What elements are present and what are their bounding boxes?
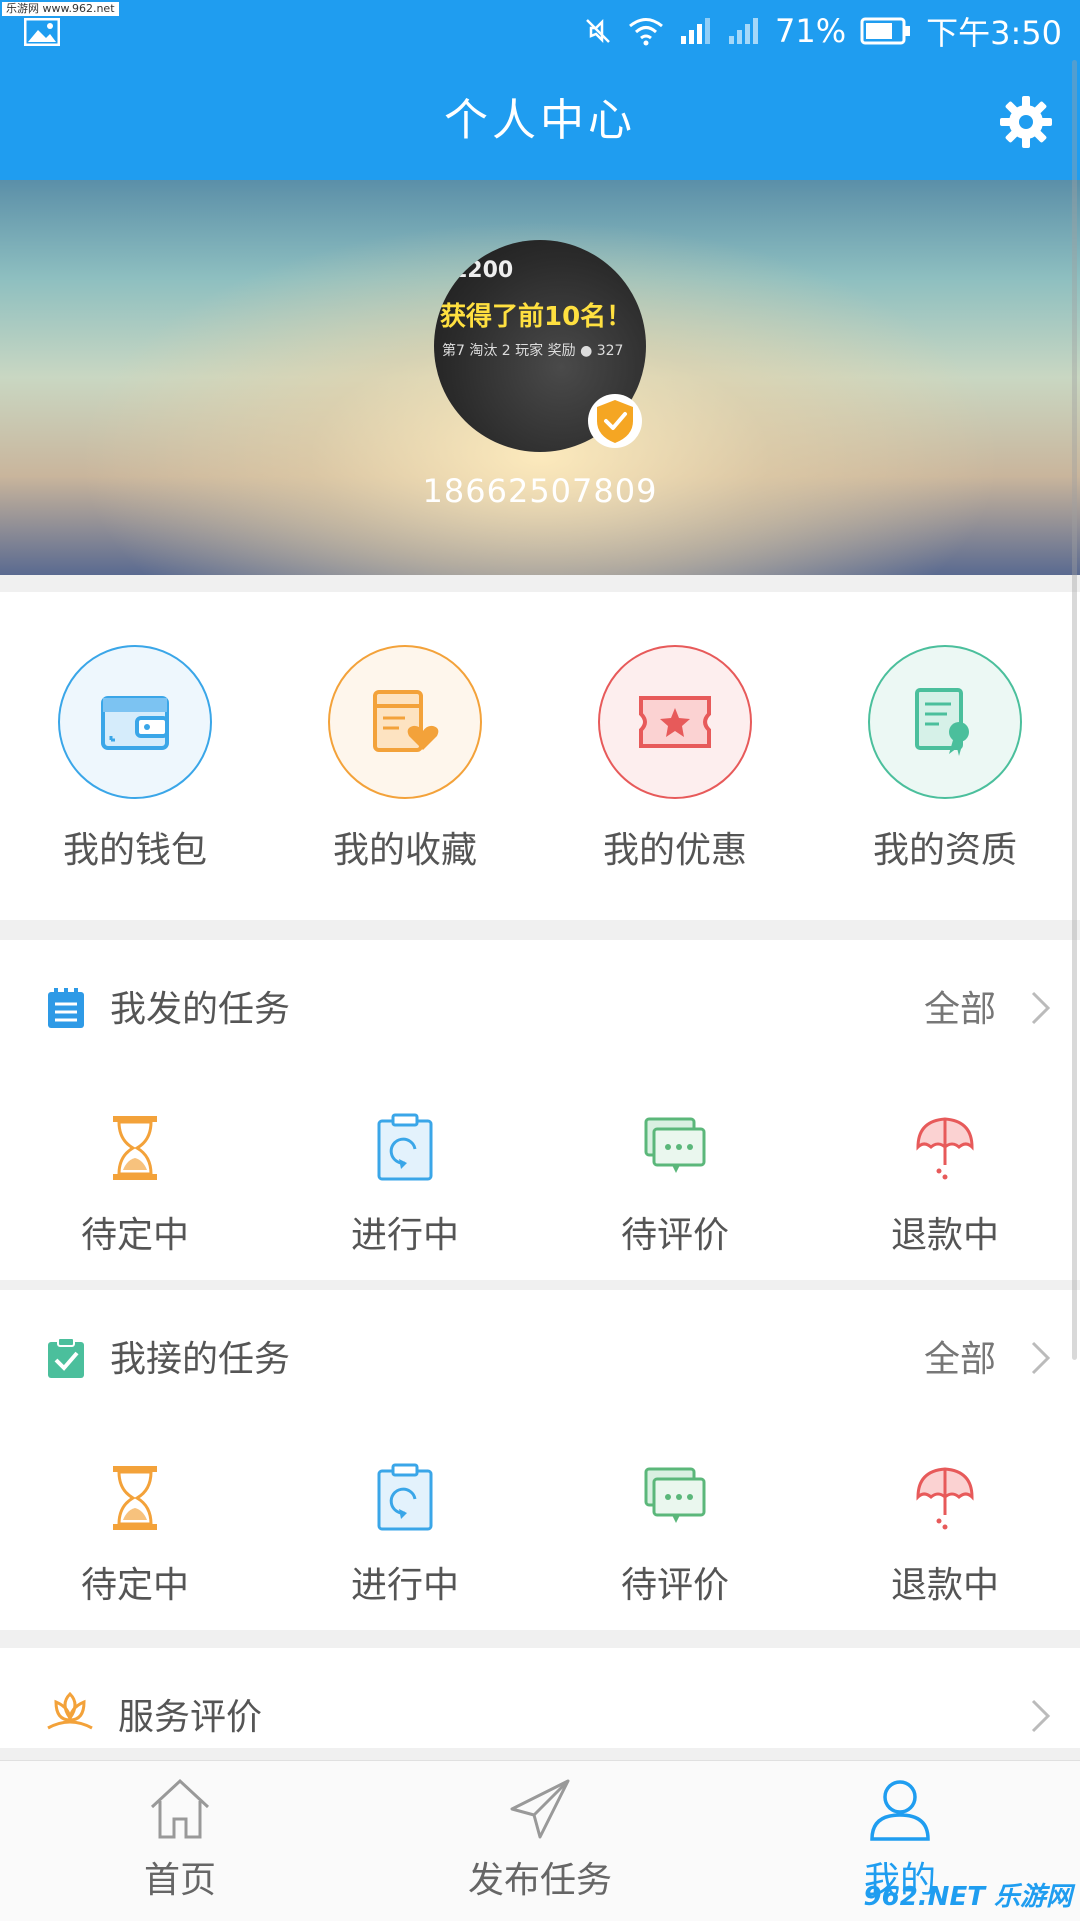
received-to-review-button[interactable]: 待评价 (540, 1458, 810, 1608)
profile-banner: 1200 获得了前10名！ 第7 淘汰 2 玩家 奖励 ● 327 186625… (0, 180, 1080, 575)
chat-icon (644, 1117, 706, 1173)
title-bar: 个人中心 (0, 62, 1080, 180)
posted-tasks-section: 我发的任务 全部 待定中 进行中 待评价 退款中 (0, 940, 1080, 1280)
nav-post-task-label: 发布任务 (467, 1860, 612, 1901)
certificate-icon (915, 688, 969, 756)
qualification-label: 我的资质 (872, 830, 1017, 871)
clock: 下午3:50 (926, 14, 1062, 52)
posted-tasks-view-all[interactable]: 全部 (924, 980, 996, 1032)
chevron-right-icon (1031, 1341, 1051, 1375)
received-refunding-label: 退款中 (890, 1565, 999, 1606)
scrollbar[interactable] (1072, 60, 1077, 1360)
paper-plane-icon (510, 1779, 570, 1839)
posted-refunding-button[interactable]: 退款中 (810, 1108, 1080, 1258)
chat-icon (644, 1467, 706, 1523)
home-icon (150, 1778, 210, 1839)
avatar-text-line1: 1200 (452, 258, 514, 283)
signal-icon-1 (681, 18, 710, 44)
in-progress-icon (377, 1463, 433, 1531)
chevron-right-icon (1031, 1699, 1051, 1733)
posted-refunding-label: 退款中 (890, 1215, 999, 1256)
clipboard-list-icon (48, 988, 84, 1028)
certificate-icon-circle (868, 645, 1022, 799)
hourglass-icon (113, 1116, 157, 1180)
favorite-icon-circle (328, 645, 482, 799)
coupon-icon (639, 696, 711, 748)
wallet-label: 我的钱包 (62, 830, 207, 871)
umbrella-icon (916, 1117, 974, 1180)
service-review-title: 服务评价 (118, 1697, 263, 1738)
posted-in-progress-label: 进行中 (350, 1215, 459, 1256)
received-tasks-header[interactable]: 我接的任务 全部 (0, 1290, 1080, 1420)
nav-home[interactable]: 首页 (50, 1775, 310, 1903)
wallet-icon-circle (58, 645, 212, 799)
status-bar: 乐游网 www.962.net 71% 下午3:50 (0, 0, 1080, 62)
favorites-button[interactable]: 我的收藏 (270, 645, 540, 873)
coupon-icon-circle (598, 645, 752, 799)
battery-icon (860, 17, 911, 45)
user-phone: 18662507809 (422, 472, 658, 510)
watermark: 乐游网 www.962.net (2, 2, 119, 16)
in-progress-icon (377, 1113, 433, 1181)
received-in-progress-button[interactable]: 进行中 (270, 1458, 540, 1608)
signal-icon-2 (729, 18, 758, 44)
wifi-icon (629, 18, 663, 46)
favorite-icon (373, 690, 439, 752)
clipboard-check-icon (48, 1337, 84, 1378)
lotus-icon (47, 1691, 93, 1730)
wallet-icon (101, 696, 169, 750)
received-tasks-title: 我接的任务 (110, 1339, 291, 1380)
avatar-text-line2: 获得了前10名！ (440, 302, 633, 332)
avatar-text-line3: 第7 淘汰 2 玩家 奖励 ● 327 (442, 343, 624, 359)
received-pending-button[interactable]: 待定中 (0, 1458, 270, 1608)
coupons-button[interactable]: 我的优惠 (540, 645, 810, 873)
posted-in-progress-button[interactable]: 进行中 (270, 1108, 540, 1258)
nav-home-label: 首页 (143, 1860, 216, 1901)
posted-pending-button[interactable]: 待定中 (0, 1108, 270, 1258)
image-notification-icon (24, 18, 60, 46)
posted-tasks-title: 我发的任务 (110, 989, 291, 1030)
received-in-progress-label: 进行中 (350, 1565, 459, 1606)
favorites-label: 我的收藏 (332, 830, 477, 871)
coupons-label: 我的优惠 (602, 830, 747, 871)
received-tasks-view-all[interactable]: 全部 (924, 1330, 996, 1382)
battery-percent: 71% (775, 12, 847, 50)
received-to-review-label: 待评价 (620, 1565, 729, 1606)
chevron-right-icon (1031, 991, 1051, 1025)
gear-icon[interactable] (998, 94, 1054, 150)
hourglass-icon (113, 1466, 157, 1530)
quick-actions: 我的钱包 我的收藏 我的优惠 我的资质 (0, 592, 1080, 920)
user-icon (870, 1780, 930, 1841)
nav-post-task[interactable]: 发布任务 (410, 1775, 670, 1903)
posted-to-review-label: 待评价 (620, 1215, 729, 1256)
umbrella-icon (916, 1467, 974, 1530)
service-review-row[interactable]: 服务评价 (0, 1648, 1080, 1748)
wallet-button[interactable]: 我的钱包 (0, 645, 270, 873)
mute-icon (586, 18, 610, 44)
posted-pending-label: 待定中 (80, 1215, 189, 1256)
qualification-button[interactable]: 我的资质 (810, 645, 1080, 873)
page-title: 个人中心 (444, 95, 636, 146)
received-pending-label: 待定中 (80, 1565, 189, 1606)
footer-watermark: 962.NET 乐游网 (863, 1882, 1072, 1912)
posted-tasks-header[interactable]: 我发的任务 全部 (0, 940, 1080, 1070)
received-refunding-button[interactable]: 退款中 (810, 1458, 1080, 1608)
received-tasks-section: 我接的任务 全部 待定中 进行中 待评价 退款中 (0, 1290, 1080, 1630)
verified-shield-icon (588, 394, 642, 448)
posted-to-review-button[interactable]: 待评价 (540, 1108, 810, 1258)
bottom-nav: 首页 发布任务 我的 962.NET 乐游网 (0, 1760, 1080, 1921)
